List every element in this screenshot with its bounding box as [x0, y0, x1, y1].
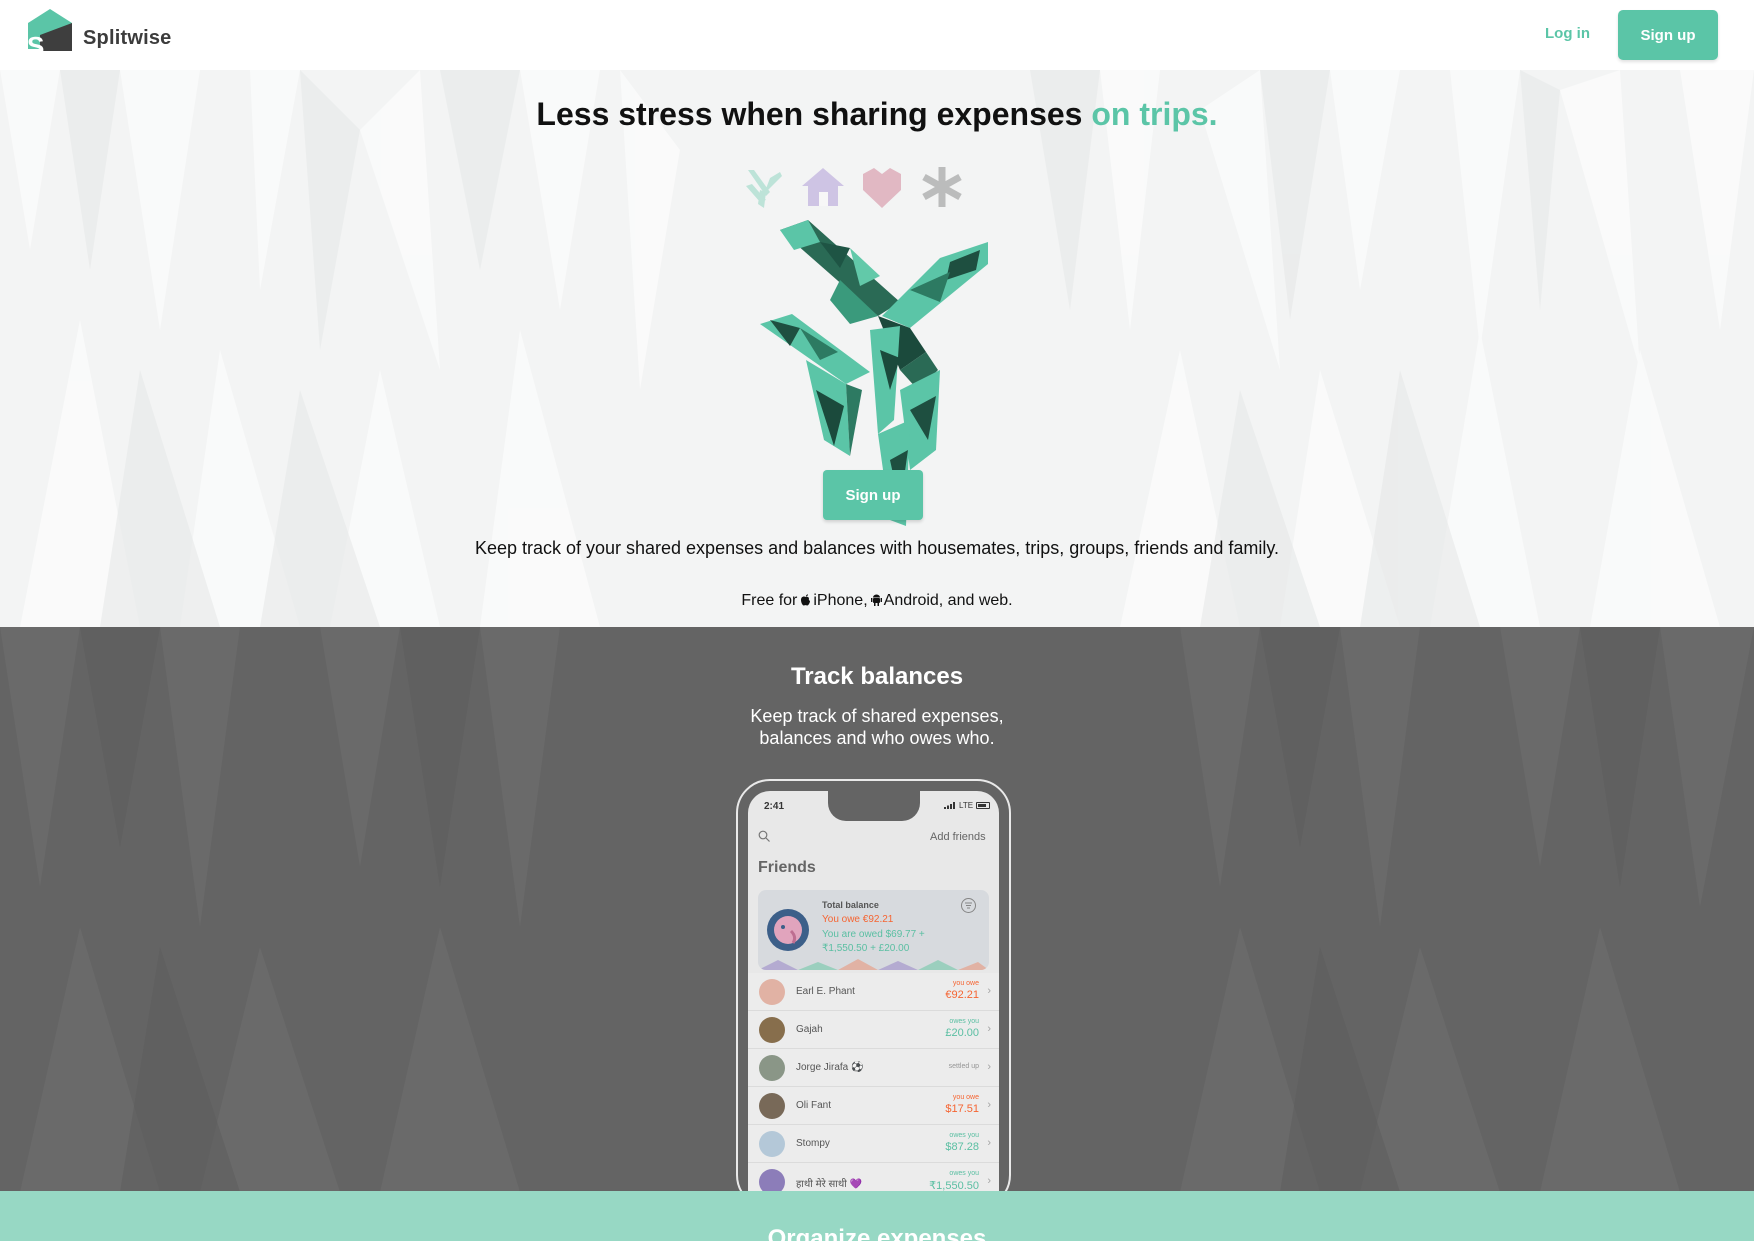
chevron-right-icon: › [987, 1175, 991, 1187]
brand-name: Splitwise [83, 26, 172, 49]
hero-title-accent: on trips. [1091, 96, 1218, 132]
search-icon[interactable] [758, 830, 770, 842]
status-indicators: LTE [944, 801, 991, 810]
friend-row[interactable]: Gajah owes you £20.00 › [748, 1011, 999, 1049]
friend-status: owes you [949, 1132, 979, 1139]
signal-icon [944, 802, 955, 809]
friend-avatar [759, 1017, 785, 1043]
you-owe-total: You owe €92.21 [822, 914, 894, 925]
track-balances-section: Track balances Keep track of shared expe… [0, 627, 1754, 1192]
chevron-right-icon: › [987, 1099, 991, 1111]
house-icon[interactable] [800, 164, 846, 210]
total-balance-card: Total balance You owe €92.21 You are owe… [758, 890, 989, 970]
friend-amount: £20.00 [945, 1027, 979, 1039]
friend-status: you owe [952, 1094, 979, 1101]
owed-line-2: ₹1,550.50 + £20.00 [822, 943, 910, 954]
free-for-label: Free for [741, 592, 798, 609]
friend-name: Stompy [796, 1138, 830, 1149]
signup-button-hero[interactable]: Sign up [823, 470, 923, 520]
friend-status: settled up [948, 1063, 979, 1070]
asterisk-icon[interactable] [919, 164, 965, 210]
you-are-owed-total: You are owed $69.77 + ₹1,550.50 + £20.00 [822, 928, 925, 956]
balance-card-strip [758, 959, 989, 970]
friend-amount: $17.51 [945, 1103, 979, 1115]
friend-row[interactable]: Earl E. Phant you owe €92.21 › [748, 973, 999, 1011]
network-label: LTE [959, 801, 974, 810]
android-link[interactable]: Android, [884, 592, 944, 609]
friend-row[interactable]: Jorge Jirafa ⚽ settled up › [748, 1049, 999, 1087]
friend-status: owes you [949, 1170, 979, 1177]
user-avatar [767, 909, 809, 951]
friend-avatar [759, 1169, 785, 1192]
chevron-right-icon: › [987, 1137, 991, 1149]
friends-list: Earl E. Phant you owe €92.21 › Gajah owe… [748, 973, 999, 1192]
android-icon [870, 594, 882, 606]
phone-screen: 2:41 LTE Add friends Friends Total balan… [748, 791, 999, 1192]
friend-avatar [759, 979, 785, 1005]
plane-icon[interactable] [740, 164, 786, 210]
filter-icon[interactable] [961, 898, 976, 913]
friend-name: Earl E. Phant [796, 986, 855, 997]
phone-mockup: 2:41 LTE Add friends Friends Total balan… [736, 779, 1011, 1192]
friend-avatar [759, 1055, 785, 1081]
heart-icon[interactable] [859, 164, 905, 210]
friend-name: हाथी मेरे साथी 💜 [796, 1179, 863, 1190]
organize-expenses-title: Organize expenses [767, 1225, 987, 1241]
owed-line-1: You are owed $69.77 + [822, 929, 925, 940]
battery-icon [976, 802, 991, 809]
friend-status: owes you [949, 1018, 979, 1025]
login-link[interactable]: Log in [1545, 25, 1590, 42]
track-subtitle-line-2: balances and who owes who. [759, 728, 995, 748]
hero-title: Less stress when sharing expenses on tri… [0, 96, 1754, 133]
status-time: 2:41 [764, 801, 785, 812]
friend-row[interactable]: हाथी मेरे साथी 💜 owes you ₹1,550.50 › [748, 1163, 999, 1192]
friend-name: Jorge Jirafa ⚽ [796, 1062, 864, 1073]
hero-section: Less stress when sharing expenses on tri… [0, 70, 1754, 627]
friend-row[interactable]: Stompy owes you $87.28 › [748, 1125, 999, 1163]
track-balances-subtitle: Keep track of shared expenses, balances … [0, 705, 1754, 749]
friends-heading: Friends [758, 859, 816, 876]
apple-icon [801, 594, 811, 606]
signup-button-header[interactable]: Sign up [1618, 10, 1718, 60]
organize-expenses-section: Organize expenses [0, 1191, 1754, 1241]
elephant-avatar-icon [774, 916, 802, 944]
chevron-right-icon: › [987, 1023, 991, 1035]
category-icons [740, 162, 965, 212]
track-balances-title: Track balances [790, 663, 964, 690]
friend-name: Gajah [796, 1024, 823, 1035]
site-header: S Splitwise Log in Sign up [0, 0, 1754, 70]
chevron-right-icon: › [987, 1061, 991, 1073]
and-web-label: and web. [943, 592, 1013, 609]
friend-avatar [759, 1131, 785, 1157]
friend-status: you owe [952, 980, 979, 987]
friend-name: Oli Fant [796, 1100, 832, 1111]
add-friends-button[interactable]: Add friends [930, 831, 986, 843]
svg-text:S: S [28, 31, 44, 59]
friend-amount: €92.21 [945, 989, 979, 1001]
platforms-line: Free for iPhone, Android, and web. [0, 592, 1754, 610]
splitwise-logo-icon: S [28, 9, 72, 59]
hero-description: Keep track of your shared expenses and b… [474, 538, 1280, 558]
track-subtitle-line-1: Keep track of shared expenses, [750, 706, 1004, 726]
friend-amount: $87.28 [945, 1141, 979, 1153]
friend-row[interactable]: Oli Fant you owe $17.51 › [748, 1087, 999, 1125]
splitwise-logo[interactable]: S Splitwise [28, 9, 178, 59]
friend-avatar [759, 1093, 785, 1119]
iphone-link[interactable]: iPhone, [813, 592, 867, 609]
hero-title-main: Less stress when sharing expenses [536, 96, 1092, 132]
chevron-right-icon: › [987, 985, 991, 997]
phone-notch [828, 791, 920, 821]
total-balance-label: Total balance [822, 900, 879, 910]
